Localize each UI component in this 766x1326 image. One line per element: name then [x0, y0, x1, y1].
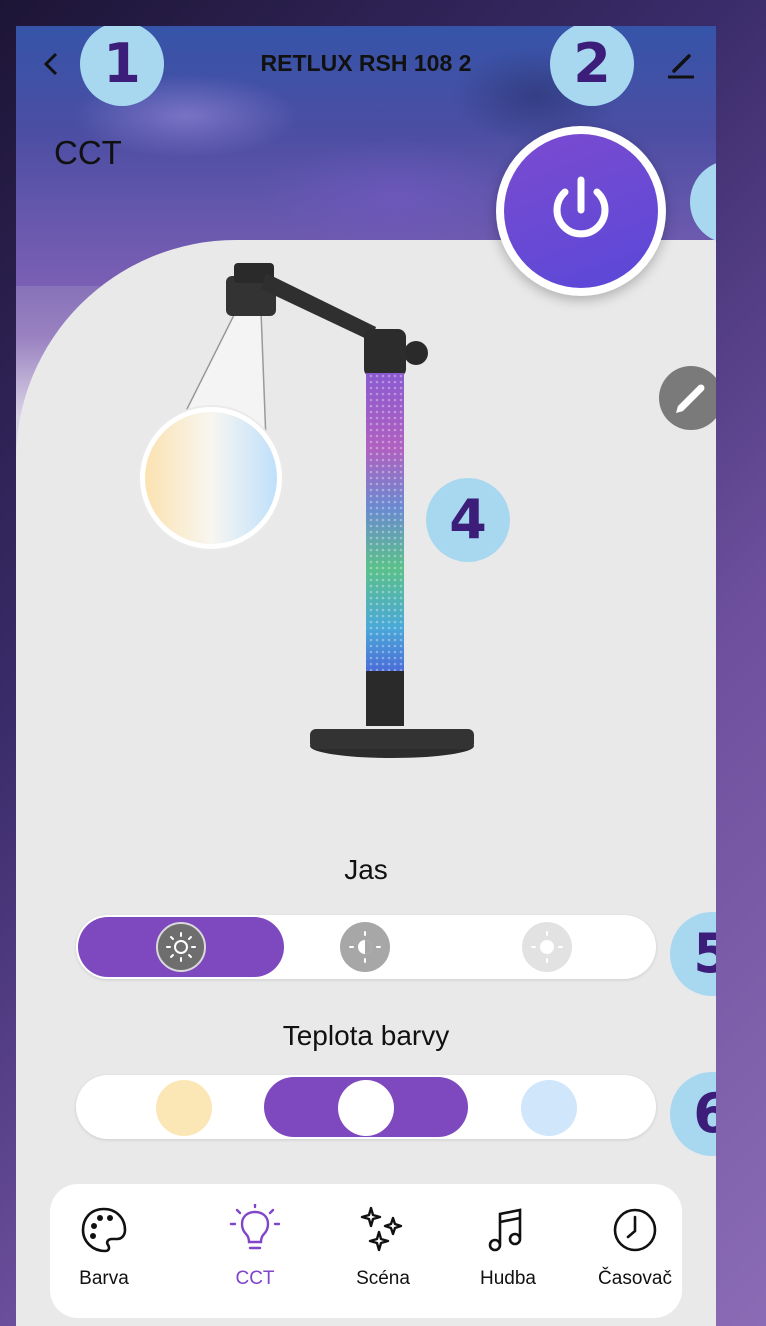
- nav-item-hudba[interactable]: Hudba: [453, 1204, 563, 1304]
- nav-item-barva[interactable]: Barva: [49, 1204, 159, 1304]
- power-button[interactable]: [504, 134, 658, 288]
- nav-label: CCT: [235, 1268, 275, 1289]
- medium-brightness-option[interactable]: [340, 922, 390, 972]
- sun-medium-icon: [349, 931, 381, 963]
- annotation-badge: 1: [80, 26, 164, 106]
- sun-high-icon: [531, 931, 563, 963]
- neutral-temperature-option[interactable]: [338, 1080, 394, 1136]
- bulb-icon: [229, 1204, 281, 1250]
- low-brightness-option[interactable]: [156, 922, 206, 972]
- edit-button[interactable]: [664, 50, 698, 80]
- color-temperature-selector: [76, 1075, 656, 1139]
- sun-low-icon: [166, 932, 196, 962]
- nav-label: Scéna: [356, 1268, 410, 1289]
- lamp-illustration: [138, 263, 474, 758]
- nav-item-scena[interactable]: Scéna: [328, 1204, 438, 1304]
- pencil-icon: [676, 384, 705, 413]
- clock-icon: [613, 1208, 657, 1252]
- power-button-ring: [496, 126, 666, 296]
- music-note-icon: [488, 1208, 522, 1252]
- brightness-label: Jas: [344, 854, 388, 885]
- nav-item-casovac[interactable]: Časovač: [580, 1204, 690, 1304]
- brightness-selector: [76, 915, 656, 979]
- cool-temperature-option[interactable]: [521, 1080, 577, 1136]
- color-temperature-label: Teplota barvy: [282, 1020, 450, 1051]
- power-icon: [553, 176, 609, 238]
- annotation-badge: 2: [550, 26, 634, 106]
- edit-icon: [668, 54, 694, 79]
- mode-label: CCT: [54, 134, 122, 171]
- nav-label: Časovač: [598, 1268, 672, 1289]
- annotation-badge: 4: [426, 478, 510, 562]
- nav-item-cct[interactable]: CCT: [200, 1204, 310, 1304]
- sparkles-icon: [360, 1206, 403, 1252]
- warm-temperature-option[interactable]: [156, 1080, 212, 1136]
- edit-scene-button[interactable]: [659, 366, 716, 430]
- palette-icon: [81, 1207, 127, 1253]
- nav-label: Hudba: [480, 1268, 536, 1289]
- app-frame: RETLUX RSH 108 2 CCT 1 2 4 Jas 5 Teplota…: [16, 26, 716, 1326]
- bottom-navigation: Barva CCT Scéna Hudba Časovač: [50, 1184, 682, 1318]
- nav-label: Barva: [79, 1268, 129, 1289]
- high-brightness-option[interactable]: [522, 922, 572, 972]
